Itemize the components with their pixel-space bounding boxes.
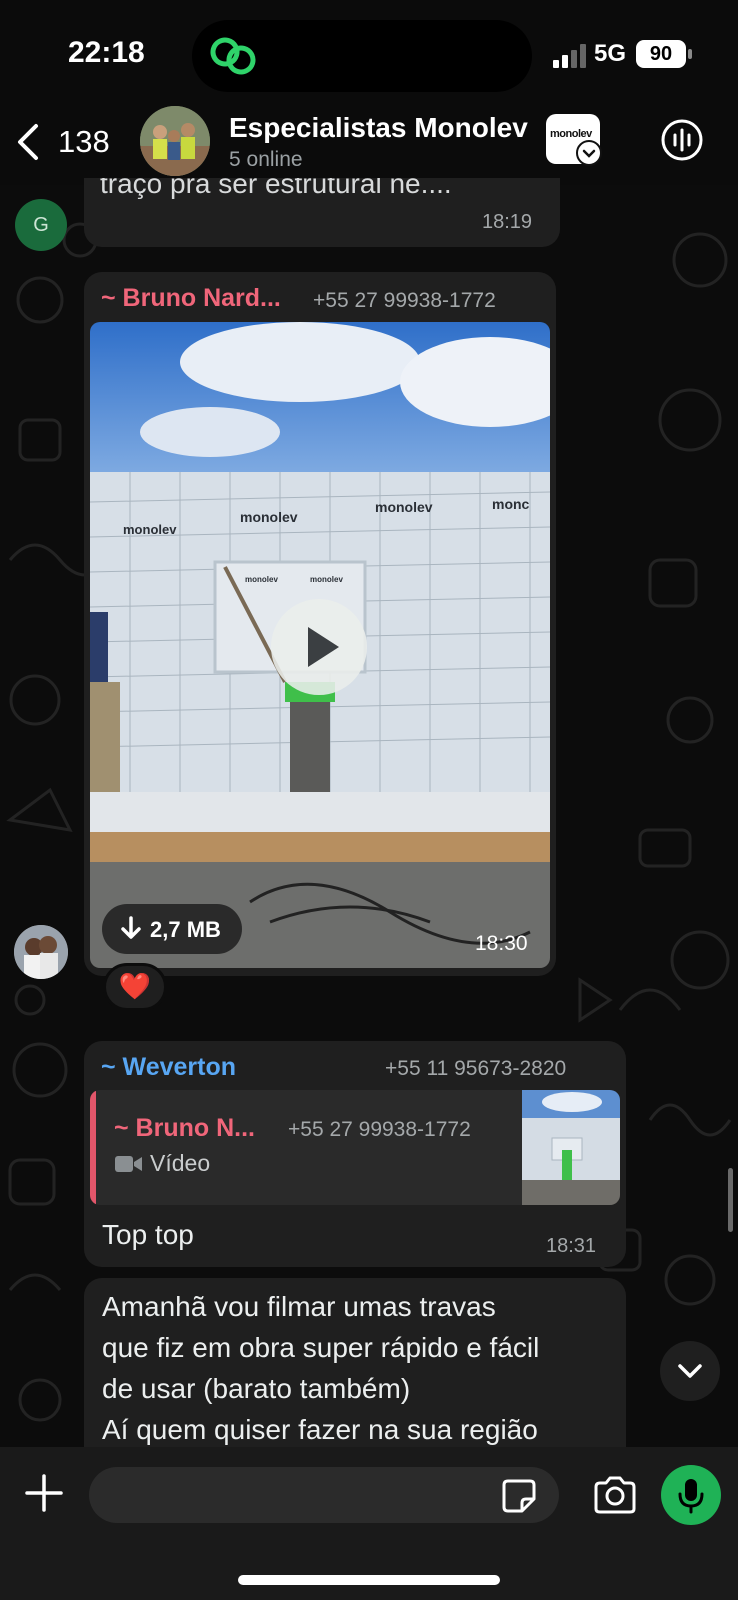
message-line: Amanhã vou filmar umas travas	[102, 1291, 496, 1322]
composer-bar	[0, 1447, 738, 1600]
sender-phone[interactable]: +55 27 99938-1772	[313, 289, 496, 313]
clock: 22:18	[68, 36, 145, 69]
group-title[interactable]: Especialistas Monolev	[229, 112, 528, 144]
video-size: 2,7 MB	[150, 917, 221, 942]
quote-phone: +55 27 99938-1772	[288, 1118, 471, 1141]
message-time: 18:19	[482, 211, 533, 233]
group-avatar[interactable]	[140, 106, 210, 176]
microphone-button[interactable]	[661, 1465, 721, 1525]
sender-avatar[interactable]: G	[15, 199, 67, 251]
message-line: Aí quem quiser fazer na sua região	[102, 1414, 538, 1445]
message-text: Top top	[102, 1219, 194, 1250]
back-chevron-icon[interactable]	[14, 122, 44, 162]
plus-icon[interactable]	[24, 1473, 64, 1513]
wall-label: monolev	[240, 509, 298, 525]
chevron-down-icon	[582, 149, 596, 158]
camera-icon[interactable]	[592, 1475, 638, 1515]
scroll-to-bottom-button[interactable]	[660, 1341, 720, 1401]
avatar-photo	[14, 925, 68, 979]
status-bar: 22:18 5G 90	[0, 0, 738, 110]
message-bubble[interactable]: traço pra ser estrutural né.... 18:19	[84, 168, 560, 247]
reaction-badge[interactable]: ❤️	[103, 963, 167, 1011]
home-indicator	[238, 1575, 500, 1585]
message-time: 18:31	[546, 1235, 597, 1257]
play-button[interactable]	[271, 599, 367, 695]
heart-reaction-icon: ❤️	[118, 972, 152, 1002]
sender-name[interactable]: ~ Weverton	[101, 1053, 236, 1082]
quote-type: Vídeo	[150, 1150, 211, 1176]
quoted-message[interactable]: ~ Bruno N... +55 27 99938-1772 Vídeo	[90, 1090, 620, 1205]
sender-avatar[interactable]	[14, 925, 68, 979]
message-line: que fiz em obra super rápido e fácil	[102, 1332, 540, 1363]
online-status: 5 online	[229, 148, 303, 171]
message-time: 18:30	[475, 932, 528, 955]
battery-icon: 90	[636, 40, 686, 68]
download-icon	[121, 916, 141, 939]
wall-label: monolev	[375, 499, 433, 515]
network-type: 5G	[594, 40, 627, 67]
message-input[interactable]	[89, 1467, 559, 1523]
wall-label: monolev	[245, 575, 278, 584]
sender-phone[interactable]: +55 11 95673-2820	[385, 1057, 566, 1081]
quote-sender: ~ Bruno N...	[114, 1114, 255, 1142]
wall-label: monolev	[123, 522, 177, 537]
call-waveform-icon[interactable]	[660, 118, 704, 162]
sticker-icon[interactable]	[500, 1477, 538, 1515]
group-photo	[140, 106, 210, 176]
scrollbar[interactable]	[728, 1168, 733, 1232]
quote-accent-bar	[90, 1090, 96, 1205]
link-activity-icon	[210, 37, 256, 75]
unread-count[interactable]: 138	[58, 124, 110, 160]
community-chevron-icon[interactable]	[576, 140, 602, 166]
sender-name[interactable]: ~ Bruno Nard...	[101, 284, 281, 313]
microphone-icon	[678, 1479, 704, 1514]
quote-thumbnail	[522, 1090, 620, 1205]
video-camera-icon	[115, 1156, 142, 1172]
message-line: de usar (barato também)	[102, 1373, 411, 1404]
battery-tip	[688, 49, 692, 59]
play-icon	[308, 627, 339, 667]
dynamic-island	[192, 20, 532, 92]
wall-label: monc	[492, 496, 530, 512]
chat-header-foreground: 138 Especialistas Monolev 5 online monol…	[0, 100, 738, 185]
download-button[interactable]: 2,7 MB	[102, 904, 242, 954]
logo-text: monolev	[550, 128, 592, 140]
video-thumbnail[interactable]: monolev monolev monolev monc monolev mon…	[90, 322, 550, 968]
signal-icon	[553, 44, 586, 68]
wall-label: monolev	[310, 575, 343, 584]
chevron-down-icon	[678, 1364, 702, 1378]
